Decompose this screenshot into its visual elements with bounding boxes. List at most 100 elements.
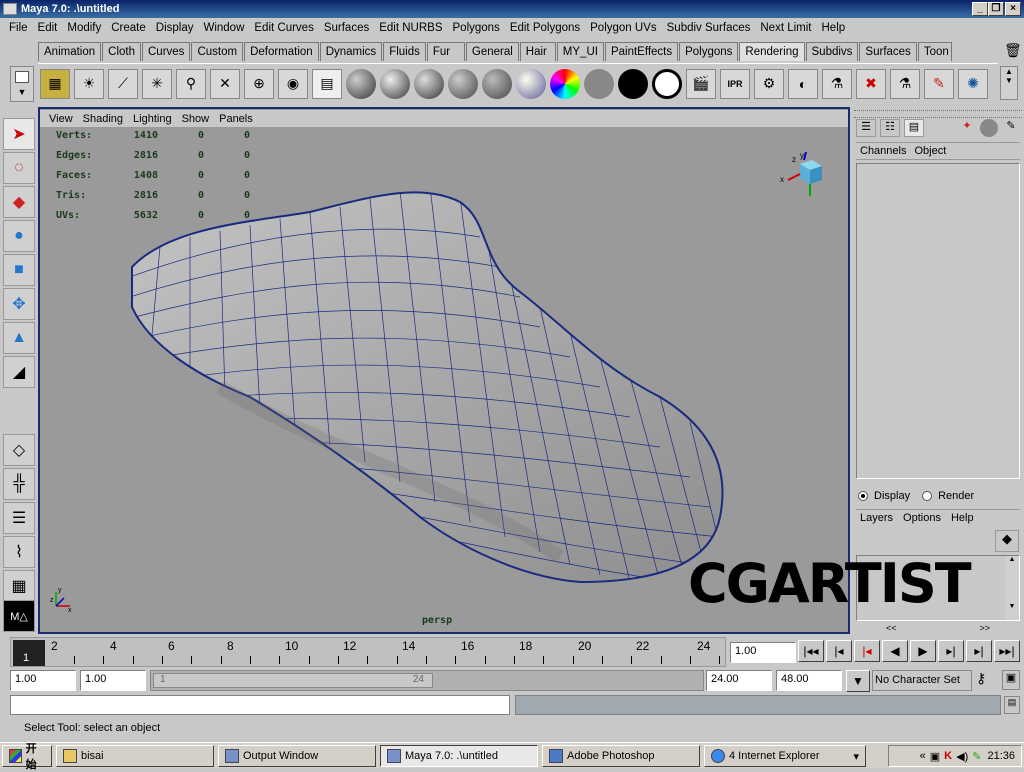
paint-select-tool-icon[interactable]: ◆ xyxy=(3,186,35,218)
four-view-layout-icon[interactable]: ╬ xyxy=(3,468,35,500)
select-tool-icon[interactable]: ➤ xyxy=(3,118,35,150)
pencil-icon[interactable]: ✎ xyxy=(1002,119,1020,137)
tab-painteffects[interactable]: PaintEffects xyxy=(604,42,679,61)
viewport-menu-show[interactable]: Show xyxy=(177,113,215,125)
tab-cloth[interactable]: Cloth xyxy=(102,42,141,61)
close-button[interactable]: × xyxy=(1005,2,1021,16)
task-photoshop[interactable]: Adobe Photoshop xyxy=(542,745,700,767)
directional-light-icon[interactable]: ⟋ xyxy=(108,68,138,99)
tab-subdivs[interactable]: Subdivs xyxy=(805,42,859,61)
start-time-field[interactable]: 1.00 xyxy=(10,670,76,691)
batch-render-icon[interactable]: ◐ xyxy=(788,68,818,99)
lasso-tool-icon[interactable]: ◌ xyxy=(3,152,35,184)
tab-toon[interactable]: Toon xyxy=(917,42,952,61)
menu-file[interactable]: File xyxy=(4,22,33,34)
step-forward-frame-button[interactable]: ▸| xyxy=(938,640,964,662)
single-view-layout-icon[interactable]: ◇ xyxy=(3,434,35,466)
lambert-shader-icon[interactable] xyxy=(346,68,376,99)
tab-animation[interactable]: Animation xyxy=(38,42,102,61)
start-button[interactable]: 开始 xyxy=(2,743,52,771)
channel-box-area[interactable] xyxy=(856,163,1020,479)
tab-custom[interactable]: Custom xyxy=(191,42,244,61)
scroll-right-button[interactable]: >> xyxy=(979,623,990,633)
range-slider-handle[interactable]: 1 24 xyxy=(153,673,433,688)
minimize-button[interactable]: _ xyxy=(972,2,988,16)
options-menu[interactable]: Options xyxy=(903,512,941,525)
tab-deformation[interactable]: Deformation xyxy=(244,42,319,61)
menu-display[interactable]: Display xyxy=(151,22,199,34)
shelf-options-menu[interactable]: ▼ xyxy=(10,66,34,102)
go-to-end-button[interactable]: ▸▸| xyxy=(994,640,1020,662)
scroll-down-icon[interactable]: ▼ xyxy=(1001,76,1017,85)
tab-curves[interactable]: Curves xyxy=(142,42,191,61)
menu-help[interactable]: Help xyxy=(817,22,851,34)
channel-box-mode-icon[interactable]: ☰ xyxy=(856,119,876,137)
object-menu[interactable]: Object xyxy=(914,145,946,157)
surface-shader-icon[interactable] xyxy=(584,68,614,99)
area-light-icon[interactable]: ✕ xyxy=(210,68,240,99)
maya-logo-icon[interactable]: M△ xyxy=(3,600,35,632)
chevron-down-icon[interactable]: ▼ xyxy=(846,670,870,692)
tab-rendering[interactable]: Rendering xyxy=(739,42,805,61)
menu-edit-curves[interactable]: Edit Curves xyxy=(249,22,318,34)
viewport-menu-view[interactable]: View xyxy=(44,113,78,125)
menu-modify[interactable]: Modify xyxy=(62,22,106,34)
cancel-render-icon[interactable]: ✖ xyxy=(856,68,886,99)
channels-menu[interactable]: Channels xyxy=(860,145,906,157)
restore-button[interactable]: ❐ xyxy=(988,2,1004,16)
layered-shader-icon[interactable] xyxy=(516,68,546,99)
menu-edit-nurbs[interactable]: Edit NURBS xyxy=(374,22,447,34)
tab-surfaces[interactable]: Surfaces xyxy=(859,42,917,61)
last-tool-icon[interactable]: ◢ xyxy=(3,356,35,388)
menu-subdiv-surfaces[interactable]: Subdiv Surfaces xyxy=(662,22,756,34)
tab-dynamics[interactable]: Dynamics xyxy=(319,42,383,61)
blinn-shader-icon[interactable] xyxy=(380,68,410,99)
paint-brush-icon[interactable]: ✎ xyxy=(924,68,954,99)
move-tool-icon[interactable]: ● xyxy=(3,220,35,252)
tab-fur[interactable]: Fur xyxy=(426,42,465,61)
paint-render-icon[interactable]: ⚗ xyxy=(822,68,852,99)
scroll-up-icon[interactable]: ▲ xyxy=(1001,67,1017,76)
volume-light-icon[interactable]: ⊕ xyxy=(244,68,274,99)
playback-start-field[interactable]: 1.00 xyxy=(80,670,146,691)
task-bisai[interactable]: bisai xyxy=(56,745,214,767)
range-slider[interactable]: 1 24 xyxy=(150,670,704,691)
outliner-layout-icon[interactable]: ☰ xyxy=(3,502,35,534)
use-background-icon[interactable] xyxy=(618,68,648,99)
ramp-shader-icon[interactable] xyxy=(550,68,580,99)
graph-layout-icon[interactable]: ⌇ xyxy=(3,536,35,568)
viewport-menu-panels[interactable]: Panels xyxy=(214,113,258,125)
menu-edit-polygons[interactable]: Edit Polygons xyxy=(505,22,585,34)
flask-icon[interactable]: ⚗ xyxy=(890,68,920,99)
manipulator-tool-icon[interactable]: ▲ xyxy=(3,322,35,354)
animation-preferences-icon[interactable]: ▣ xyxy=(1002,670,1020,690)
shading-map-icon[interactable] xyxy=(652,68,682,99)
view-cube-icon[interactable]: x z y xyxy=(778,150,838,202)
network-icon[interactable]: ▣ xyxy=(930,750,940,763)
task-internet-explorer[interactable]: 4 Internet Explorer ▾ xyxy=(704,745,866,767)
anisotropic-shader-icon[interactable] xyxy=(482,68,512,99)
task-output-window[interactable]: Output Window xyxy=(218,745,376,767)
end-time-field[interactable]: 48.00 xyxy=(776,670,842,691)
layers-menu[interactable]: Layers xyxy=(860,512,893,525)
play-backwards-button[interactable]: ◀ xyxy=(882,640,908,662)
viewport-menu-shading[interactable]: Shading xyxy=(78,113,128,125)
glow-icon[interactable]: ✺ xyxy=(958,68,988,99)
scroll-down-icon[interactable]: ▼ xyxy=(1005,603,1019,610)
menu-window[interactable]: Window xyxy=(198,22,249,34)
point-light-icon[interactable]: ✳ xyxy=(142,68,172,99)
attribute-editor-mode-icon[interactable]: ☷ xyxy=(880,119,900,137)
tab-general[interactable]: General xyxy=(465,42,519,61)
camera-icon[interactable]: ◉ xyxy=(278,68,308,99)
scroll-up-icon[interactable]: ▲ xyxy=(1005,556,1019,563)
render-radio[interactable] xyxy=(922,491,933,501)
render-view-icon[interactable]: 🎬 xyxy=(686,68,716,99)
hypershade-icon[interactable]: ▤ xyxy=(312,68,342,99)
tab-my-ui[interactable]: MY_UI xyxy=(556,42,604,61)
auto-key-icon[interactable]: ⚷ xyxy=(976,670,986,687)
render-grid-icon[interactable]: ▦ xyxy=(40,68,70,99)
script-editor-icon[interactable]: ▤ xyxy=(1004,696,1020,714)
command-line-input[interactable] xyxy=(10,695,510,715)
shelf-scroll[interactable]: ▲ ▼ xyxy=(1000,66,1018,100)
scale-tool-icon[interactable]: ✥ xyxy=(3,288,35,320)
